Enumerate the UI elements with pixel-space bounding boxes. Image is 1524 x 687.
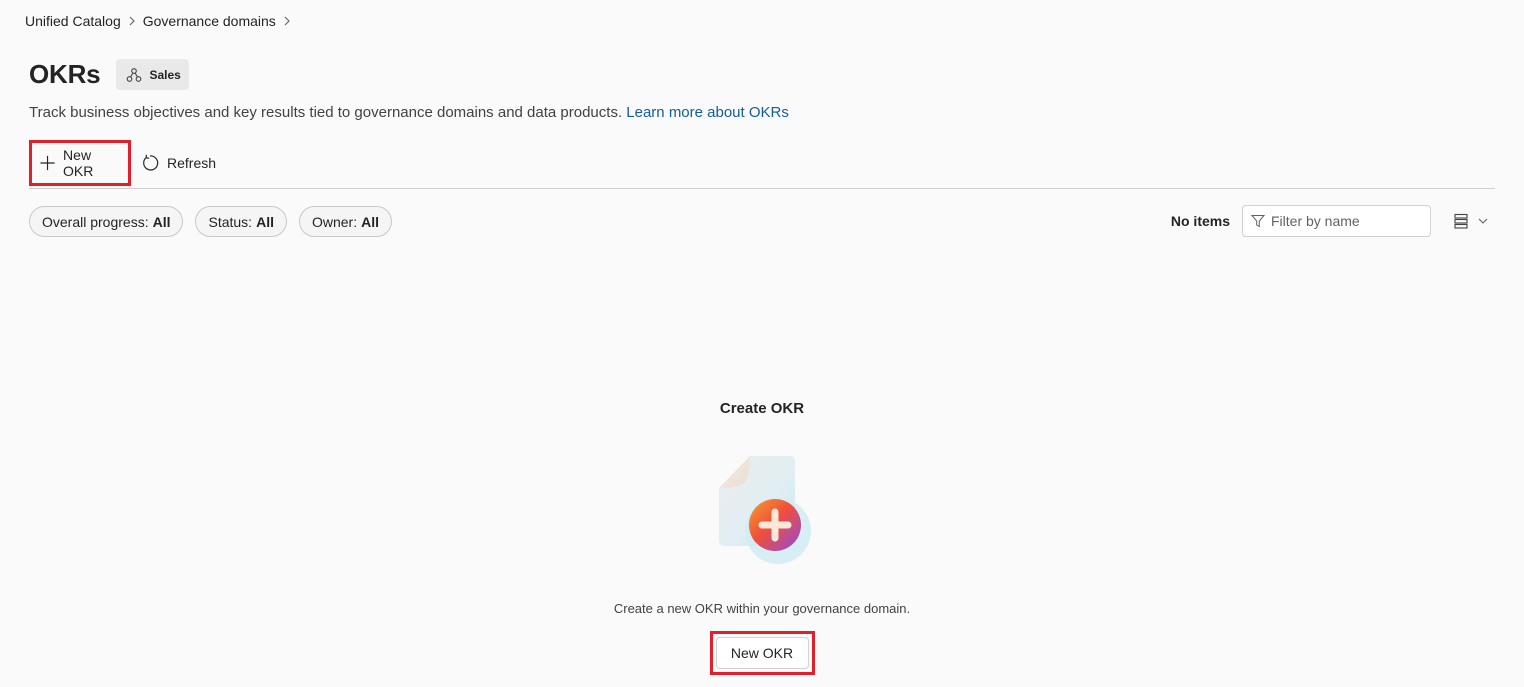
list-view-icon bbox=[1454, 213, 1468, 229]
page-title: OKRs bbox=[29, 59, 101, 89]
domain-badge[interactable]: Sales bbox=[116, 59, 189, 90]
list-tools: No items bbox=[1171, 205, 1489, 237]
empty-state-title: Create OKR bbox=[719, 400, 805, 417]
filter-label: Status: bbox=[208, 213, 253, 230]
toolbar: New OKR Refresh bbox=[29, 140, 216, 186]
toolbar-divider bbox=[29, 188, 1495, 189]
filter-overall-progress[interactable]: Overall progress: All bbox=[29, 206, 184, 237]
empty-state-description: Create a new OKR within your governance … bbox=[613, 601, 911, 616]
view-options-button[interactable] bbox=[1453, 213, 1489, 229]
filter-owner[interactable]: Owner: All bbox=[298, 206, 392, 237]
cta-highlight: New OKR bbox=[709, 631, 815, 675]
breadcrumb-governance-domains[interactable]: Governance domains bbox=[143, 13, 276, 29]
filter-status[interactable]: Status: All bbox=[195, 206, 287, 237]
new-okr-button[interactable]: New OKR bbox=[29, 140, 131, 186]
filter-bar: Overall progress: All Status: All Owner:… bbox=[29, 206, 404, 237]
description-text: Track business objectives and key result… bbox=[29, 104, 623, 121]
page-description: Track business objectives and key result… bbox=[29, 104, 789, 121]
chevron-right-icon bbox=[127, 16, 137, 26]
empty-state-new-okr-button[interactable]: New OKR bbox=[715, 637, 809, 669]
filter-icon bbox=[1251, 215, 1265, 228]
empty-state: Create OKR Create a new OKR within your … bbox=[0, 400, 1524, 675]
refresh-button[interactable]: Refresh bbox=[141, 140, 216, 186]
new-okr-label: New OKR bbox=[63, 147, 94, 179]
breadcrumb: Unified Catalog Governance domains bbox=[25, 13, 298, 29]
refresh-icon bbox=[143, 154, 159, 171]
filter-by-name-field[interactable] bbox=[1242, 205, 1431, 237]
item-count: No items bbox=[1170, 213, 1230, 229]
filter-value: All bbox=[361, 213, 379, 230]
learn-more-link[interactable]: Learn more about OKRs bbox=[626, 104, 789, 121]
chevron-right-icon bbox=[282, 16, 292, 26]
domain-badge-label: Sales bbox=[149, 67, 181, 82]
filter-label: Owner: bbox=[311, 213, 358, 230]
filter-label: Overall progress: bbox=[42, 213, 149, 230]
filter-value: All bbox=[152, 213, 171, 230]
add-icon bbox=[40, 155, 55, 171]
filter-value: All bbox=[256, 213, 274, 230]
filter-by-name-input[interactable] bbox=[1271, 213, 1421, 229]
title-row: OKRs Sales bbox=[29, 59, 189, 90]
breadcrumb-unified-catalog[interactable]: Unified Catalog bbox=[25, 13, 121, 29]
domain-icon bbox=[127, 67, 142, 82]
refresh-label: Refresh bbox=[167, 155, 217, 171]
create-document-illustration bbox=[719, 456, 811, 564]
chevron-down-icon bbox=[1478, 218, 1488, 224]
